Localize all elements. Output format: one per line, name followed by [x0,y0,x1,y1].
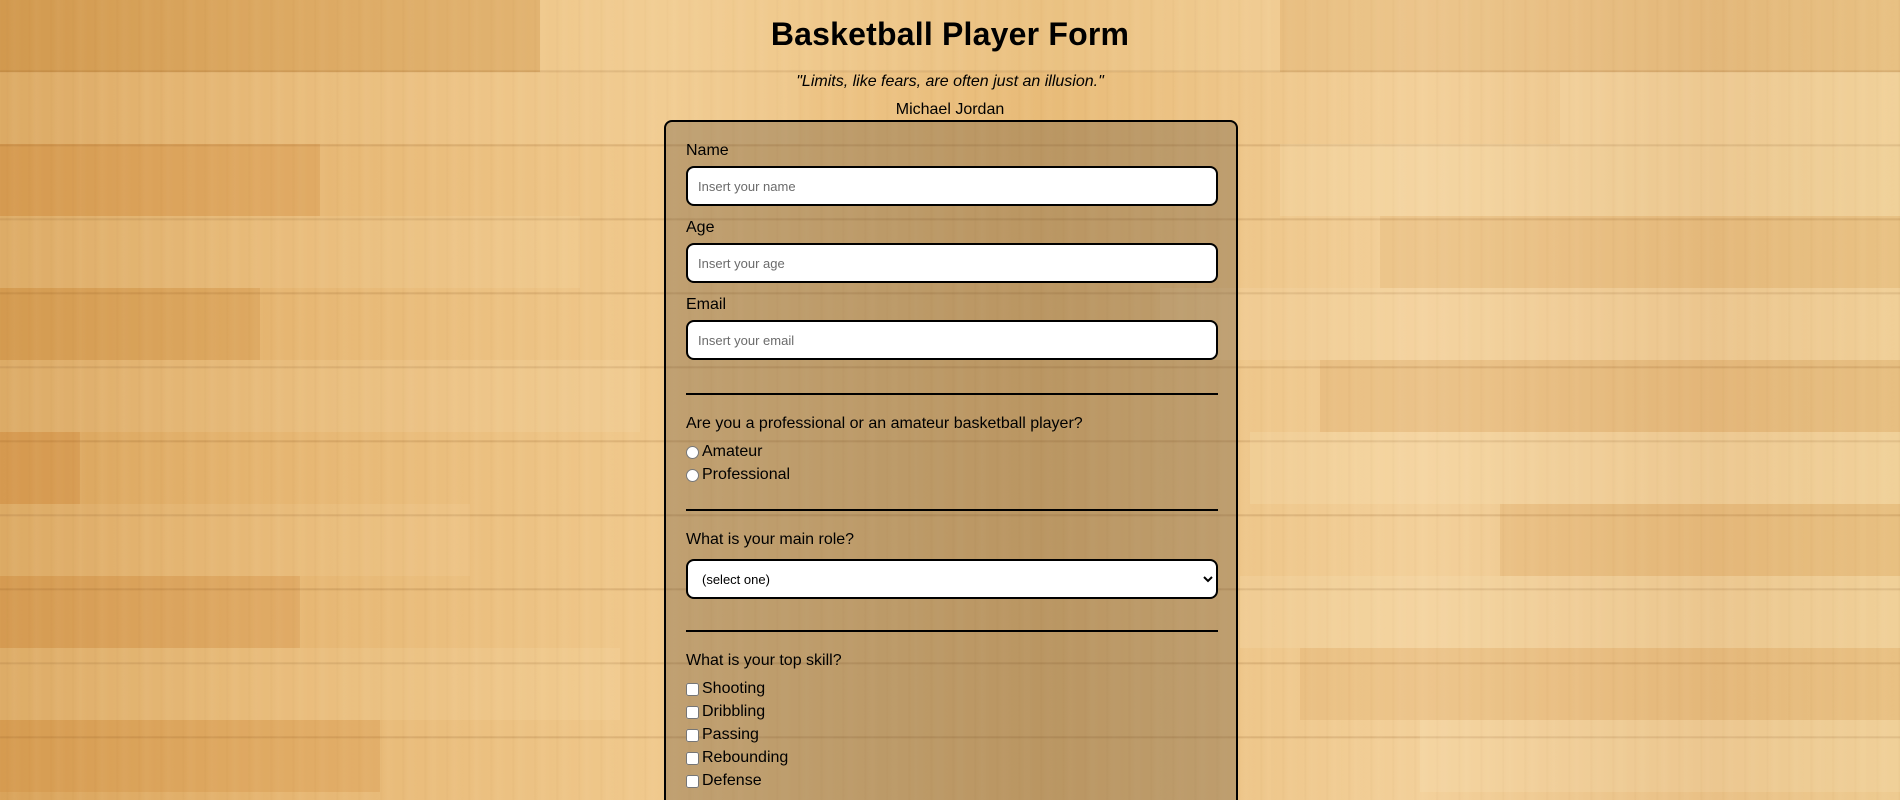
role-select[interactable]: (select one) [686,559,1218,599]
skill-option-rebounding[interactable]: Rebounding [686,748,788,768]
rebounding-label: Rebounding [702,749,789,766]
skill-option-defense[interactable]: Defense [686,771,762,791]
shooting-checkbox[interactable] [686,682,699,696]
passing-checkbox[interactable] [686,728,699,742]
age-label: Age [686,219,715,236]
skill-option-shooting[interactable]: Shooting [686,679,765,699]
age-input[interactable] [686,243,1218,283]
email-label: Email [686,296,727,313]
skill-option-passing[interactable]: Passing [686,725,759,745]
rebounding-checkbox[interactable] [686,751,699,765]
amateur-radio[interactable] [686,445,699,459]
shooting-label: Shooting [702,680,766,697]
role-question: What is your main role? [686,531,855,548]
divider [686,630,1218,632]
professional-label: Professional [702,466,791,483]
dribbling-label: Dribbling [702,703,766,720]
skill-question: What is your top skill? [686,652,842,669]
name-input[interactable] [686,166,1218,206]
email-input[interactable] [686,320,1218,360]
defense-label: Defense [702,772,762,789]
professional-radio[interactable] [686,468,699,482]
level-option-amateur[interactable]: Amateur [686,442,762,462]
page-title: Basketball Player Form [770,16,1130,52]
dribbling-checkbox[interactable] [686,705,699,719]
divider [686,393,1218,395]
amateur-label: Amateur [702,443,763,460]
divider [686,509,1218,511]
player-form: Name Age Email Are you a professional or… [664,120,1238,800]
skill-option-dribbling[interactable]: Dribbling [686,702,765,722]
defense-checkbox[interactable] [686,774,699,788]
name-label: Name [686,142,729,159]
page: Basketball Player Form "Limits, like fea… [0,0,1900,800]
quote-author: Michael Jordan [895,101,1005,118]
level-question: Are you a professional or an amateur bas… [686,415,1083,432]
level-option-professional[interactable]: Professional [686,465,790,485]
quote-text: "Limits, like fears, are often just an i… [796,73,1104,90]
passing-label: Passing [702,726,759,743]
